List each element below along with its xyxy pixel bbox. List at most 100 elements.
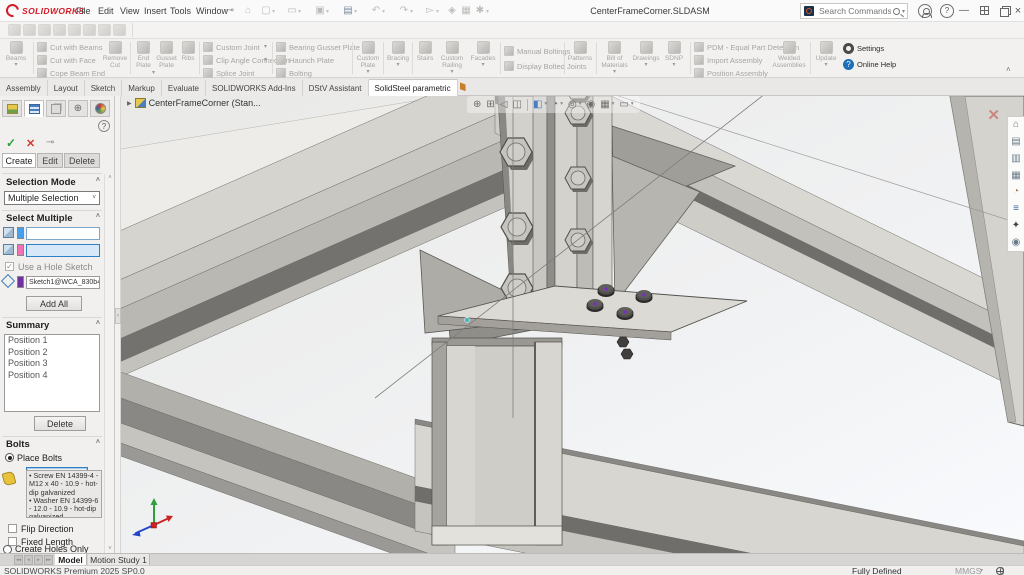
- view-settings-caret-icon[interactable]: ▾: [631, 96, 634, 113]
- custom-properties-icon[interactable]: ≡: [1013, 204, 1019, 214]
- search-commands-box[interactable]: ▾: [800, 3, 908, 19]
- view-orientation-caret-icon[interactable]: ▾: [544, 96, 547, 113]
- tab-propertymanager[interactable]: [24, 100, 44, 117]
- beams-caret-icon[interactable]: ▾: [2, 62, 30, 68]
- model-scene[interactable]: [115, 96, 1024, 553]
- apply-scene-icon[interactable]: ▦: [600, 96, 609, 113]
- selection-point[interactable]: [465, 318, 470, 323]
- create-mode-tab[interactable]: Create: [2, 153, 36, 168]
- appearances-icon[interactable]: ◔: [1013, 187, 1019, 197]
- summary-listbox[interactable]: Position 1 Position 2 Position 3 Positio…: [4, 334, 100, 412]
- view-palette-icon[interactable]: ▦: [1011, 171, 1020, 181]
- small-nut[interactable]: [617, 337, 629, 347]
- import-assembly-button[interactable]: Import Assembly: [694, 54, 762, 66]
- save-caret-icon[interactable]: ▾: [326, 8, 329, 15]
- zoom-area-icon[interactable]: ⊞: [486, 96, 494, 113]
- bracing-caret-icon[interactable]: ▾: [386, 62, 410, 68]
- user-account-icon[interactable]: [918, 4, 932, 18]
- help-icon[interactable]: ?: [940, 4, 954, 18]
- cancel-button[interactable]: ✕: [26, 137, 35, 150]
- solidsteel-pane-icon[interactable]: ✦: [1012, 221, 1020, 231]
- small-nut[interactable]: [621, 349, 633, 359]
- tile-windows-button[interactable]: [978, 6, 990, 17]
- panel-splitter[interactable]: ‹: [115, 96, 121, 553]
- collapse-group-icon[interactable]: ˄: [96, 177, 100, 184]
- sketch-reference-input[interactable]: Sketch1@WCA_830b4028-0: [26, 276, 100, 289]
- geometric-tolerance-icon[interactable]: [68, 24, 81, 36]
- tab-scroll-left-icon[interactable]: ◂: [24, 555, 33, 565]
- tab-dimxpertmanager[interactable]: ⊕: [68, 100, 88, 117]
- pm-help-icon[interactable]: ?: [98, 120, 110, 132]
- ok-button[interactable]: ✓: [6, 136, 16, 150]
- new-caret-icon[interactable]: ▾: [272, 8, 275, 15]
- surface-finish-icon[interactable]: [38, 24, 51, 36]
- plate-group-caret-icon[interactable]: ▾: [152, 70, 155, 76]
- bolt-spec-line[interactable]: Screw EN 14399-4 - M12 x 40 - 10.9 - hot…: [29, 472, 101, 497]
- custom-joint-caret-icon[interactable]: ▾: [264, 44, 267, 50]
- globe-icon[interactable]: [996, 567, 1004, 575]
- tab-featuremanager[interactable]: [2, 100, 22, 117]
- display-style-icon[interactable]: ◔: [552, 96, 558, 113]
- list-item[interactable]: Position 1: [5, 335, 99, 347]
- collapse-ribbon-icon[interactable]: ˄: [1006, 65, 1011, 74]
- tree-root-label[interactable]: CenterFrameCorner (Stan...: [149, 98, 261, 108]
- online-help-button[interactable]: ?Online Help: [843, 58, 896, 70]
- remove-cut-button[interactable]: Remove Cut: [101, 41, 129, 69]
- apply-scene-caret-icon[interactable]: ▾: [612, 96, 615, 113]
- list-item[interactable]: Position 3: [5, 358, 99, 370]
- view-orientation-icon[interactable]: ◧: [533, 96, 542, 113]
- pin-menu-icon[interactable]: ⊸: [222, 3, 238, 18]
- options-caret-icon[interactable]: ▾: [486, 8, 489, 15]
- redo-caret-icon[interactable]: ▾: [410, 8, 413, 15]
- tab-displaymanager[interactable]: [90, 100, 110, 117]
- panel-scrollbar[interactable]: ˄ ˅: [104, 174, 114, 553]
- custom-joint-button[interactable]: Custom Joint: [203, 41, 260, 53]
- hide-show-items-icon[interactable]: ◎: [568, 96, 577, 113]
- task-pane-tabs[interactable]: ⌂ ▤ ▥ ▦ ◔ ≡ ✦ ◉: [1007, 116, 1024, 252]
- bearing-gusset-plate-button[interactable]: Bearing Gusset Plate: [276, 41, 360, 53]
- haunch-plate-button[interactable]: Haunch Plate: [276, 54, 334, 66]
- dark-bolt[interactable]: [636, 290, 653, 303]
- add-all-button[interactable]: Add All: [26, 296, 82, 311]
- custom-plate-caret-icon[interactable]: ▾: [355, 69, 381, 75]
- bolts-header[interactable]: Bolts˄: [0, 439, 104, 452]
- datum-feature-icon[interactable]: [83, 24, 96, 36]
- settings-button[interactable]: Settings: [843, 42, 884, 54]
- bracing-button[interactable]: Bracing▾: [386, 41, 410, 68]
- minimize-button[interactable]: —: [958, 6, 970, 17]
- select-caret-icon[interactable]: ▾: [436, 8, 439, 15]
- hide-show-caret-icon[interactable]: ▾: [579, 96, 582, 113]
- dark-bolt[interactable]: [587, 299, 604, 312]
- design-library-icon[interactable]: ▤: [1011, 137, 1020, 147]
- print-caret-icon[interactable]: ▾: [354, 8, 357, 15]
- cut-with-beams-button[interactable]: Cut with Beams: [37, 41, 103, 53]
- hole-sketch-checkbox[interactable]: ✓: [5, 262, 14, 271]
- beam2-selection-input[interactable]: [26, 244, 100, 257]
- custom-railing-button[interactable]: Custom Railing▾: [437, 41, 467, 75]
- flip-direction-checkbox[interactable]: [8, 524, 17, 533]
- welded-assemblies-button[interactable]: Welded Assemblies: [771, 41, 807, 69]
- zoom-fit-icon[interactable]: ⊕: [473, 96, 481, 113]
- weld-symbol-icon[interactable]: [53, 24, 66, 36]
- collapse-group-icon[interactable]: ˄: [96, 320, 100, 327]
- collapse-group-icon[interactable]: ˄: [96, 213, 100, 220]
- confirmation-corner-cancel-icon[interactable]: ✕: [987, 106, 1000, 124]
- datum-target-icon[interactable]: [98, 24, 111, 36]
- facades-caret-icon[interactable]: ▾: [470, 62, 496, 68]
- patterns-button[interactable]: Patterns: [567, 41, 593, 62]
- selection-mode-dropdown[interactable]: Multiple Selection˅: [4, 191, 100, 205]
- select-multiple-header[interactable]: Select Multiple˄: [0, 213, 104, 226]
- tab-scroll-right-icon[interactable]: ▸: [34, 555, 43, 565]
- ribs-button[interactable]: Ribs: [179, 41, 197, 62]
- custom-railing-caret-icon[interactable]: ▾: [437, 69, 467, 75]
- units-selector[interactable]: MMGS: [955, 566, 981, 575]
- file-explorer-icon[interactable]: ▥: [1011, 154, 1020, 164]
- delete-button[interactable]: Delete: [34, 416, 86, 431]
- forum-icon[interactable]: ◉: [1012, 238, 1021, 248]
- tab-overflow-icon[interactable]: [460, 82, 466, 91]
- edit-mode-tab[interactable]: Edit: [37, 153, 63, 168]
- update-caret-icon[interactable]: ▾: [813, 62, 839, 68]
- beam1-selection-input[interactable]: [26, 227, 100, 240]
- tab-scroll-first-icon[interactable]: ◂◂: [14, 555, 23, 565]
- tab-solidsteel-parametric[interactable]: SolidSteel parametric: [369, 79, 458, 97]
